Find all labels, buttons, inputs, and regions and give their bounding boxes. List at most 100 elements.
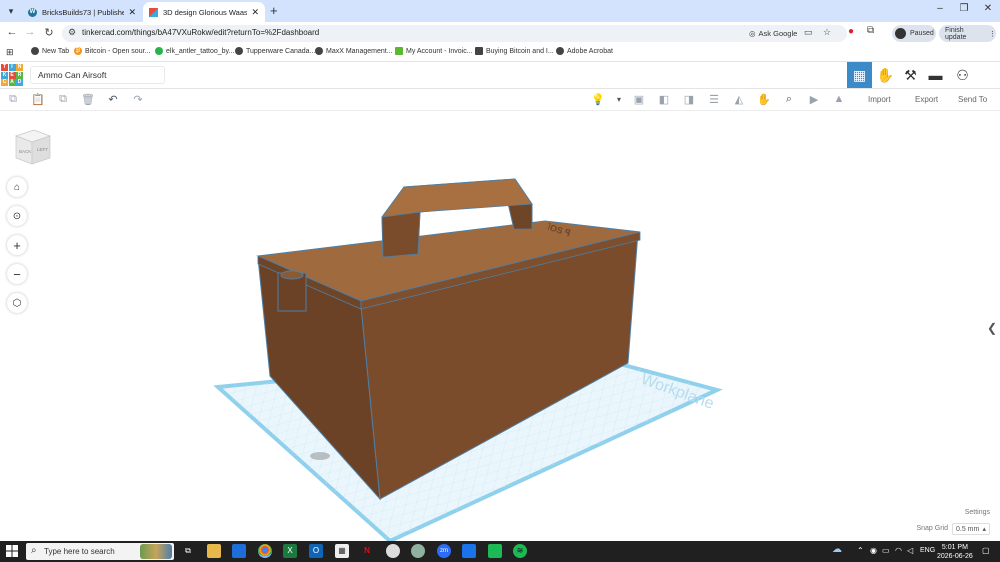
bookmark-star-icon[interactable]: ☆ — [823, 27, 831, 38]
grid-view-icon[interactable]: ▦ — [847, 62, 872, 88]
outlook-icon[interactable]: O — [309, 544, 323, 558]
bookmark-item[interactable]: elk_antler_tattoo_by... — [155, 47, 234, 55]
extensions-icon[interactable]: ⧉ — [867, 25, 874, 36]
settings-button[interactable]: Settings — [965, 509, 990, 516]
back-icon[interactable]: ← — [5, 26, 19, 38]
zoom-icon[interactable]: zm — [437, 544, 451, 558]
clock-date: 2026-06-26 — [937, 553, 973, 560]
tools-icon[interactable]: ⚒ — [898, 62, 923, 88]
new-tab-icon[interactable]: + — [270, 3, 278, 18]
spotify-icon[interactable]: ≋ — [513, 544, 527, 558]
handle-left-post — [381, 211, 421, 258]
docs-icon[interactable] — [462, 544, 476, 558]
logo-letter: E — [8, 71, 16, 79]
send-to-button[interactable]: Send To — [958, 95, 987, 104]
export-button[interactable]: Export — [915, 95, 938, 104]
bookmark-item[interactable]: New Tab — [31, 47, 69, 55]
bookmark-label: Adobe Acrobat — [567, 47, 613, 55]
3d-workspace[interactable]: BACK LEFT ⌂ ⊙ + − ⬡ ❮ Workplane ˥OS ꟼ Se… — [0, 111, 1000, 541]
duplicate-icon[interactable]: ⧉ — [55, 93, 71, 106]
bookmark-label: New Tab — [42, 47, 70, 55]
store-icon[interactable] — [232, 544, 246, 558]
excel-icon[interactable]: X — [283, 544, 297, 558]
sheets-icon[interactable] — [488, 544, 502, 558]
bookmark-item[interactable]: MaxX Management... — [315, 47, 393, 55]
undo-icon[interactable]: ↶ — [105, 93, 121, 106]
project-name-field[interactable]: Ammo Can Airsoft — [30, 66, 165, 84]
cast-icon[interactable]: ▭ — [804, 27, 813, 38]
add-user-icon[interactable]: ⚇ — [950, 62, 975, 88]
ask-google-button[interactable]: ◎ Ask Google — [745, 27, 801, 40]
profile-button[interactable]: Paused — [892, 25, 936, 42]
address-bar[interactable]: ⚙ tinkercad.com/things/bA47VXuRokw/edit?… — [62, 25, 847, 42]
bookmark-item[interactable]: My Account - Invoic... — [395, 47, 473, 55]
copy-icon[interactable]: ⧉ — [5, 93, 21, 106]
bookmark-item[interactable]: ₿ Bitcoin - Open sour... — [74, 47, 150, 55]
logo-letter: T — [1, 64, 8, 71]
reload-icon[interactable]: ↻ — [42, 26, 56, 39]
app-icon[interactable] — [411, 544, 425, 558]
redo-icon[interactable]: ↷ — [130, 93, 146, 106]
tinkercad-logo[interactable]: TIN KER CAD — [1, 64, 24, 87]
task-view-icon[interactable]: ⧉ — [181, 544, 195, 558]
windows-taskbar: ⌕ Type here to search ⧉ X O ▦ N zm ≋ ☁ ⌃… — [0, 541, 1000, 562]
workplane-tool-icon[interactable]: ▲ — [831, 93, 847, 105]
close-tab-icon[interactable]: ✕ — [251, 7, 259, 18]
forward-icon[interactable]: → — [23, 26, 37, 38]
weather-icon[interactable]: ☁ — [832, 544, 842, 555]
close-tab-icon[interactable]: ✕ — [128, 7, 136, 18]
chevron-up-down-icon: ▴ — [982, 526, 986, 533]
app-icon[interactable] — [386, 544, 400, 558]
system-clock[interactable]: 5:01 PM 2026-06-26 — [937, 543, 973, 561]
restore-icon[interactable]: ❐ — [952, 3, 976, 14]
chrome-icon[interactable] — [258, 544, 272, 558]
edit-toolbar: ⧉ 📋 ⧉ 🗑 ↶ ↷ 💡 ▾ ▣ ◧ ◨ ☰ ◭ ✋ ⌕ ▶ ▲ Import… — [0, 89, 1000, 111]
calendar-icon[interactable]: ▦ — [335, 544, 349, 558]
bookmark-item[interactable]: Buying Bitcoin and I... — [475, 47, 554, 55]
snap-grid-select[interactable]: 0.5 mm ▴ — [952, 523, 990, 535]
close-window-icon[interactable]: ✕ — [976, 3, 1000, 14]
light-bulb-icon[interactable]: 💡 — [590, 93, 606, 106]
browser-tab-active[interactable]: 3D design Glorious Waasa-Turi ✕ — [143, 2, 265, 22]
site-info-icon[interactable]: ⚙ — [68, 27, 76, 38]
finish-update-label: Finish update — [945, 26, 967, 41]
paste-icon[interactable]: 📋 — [30, 93, 46, 106]
chevron-down-icon[interactable]: ▾ — [611, 95, 627, 104]
bookmark-item[interactable]: Adobe Acrobat — [556, 47, 613, 55]
volume-icon[interactable]: ◁ — [907, 546, 913, 555]
wordpress-icon: W — [28, 7, 37, 17]
show-hidden-icons-icon[interactable]: ⌃ — [857, 546, 864, 555]
delete-icon[interactable]: 🗑 — [80, 93, 96, 106]
apps-grid-icon[interactable]: ⊞ — [6, 47, 14, 58]
finish-update-button[interactable]: Finish update ⋮ — [939, 25, 996, 42]
scene-canvas[interactable]: Workplane ˥OS ꟼ — [0, 111, 1000, 541]
simulate-icon[interactable]: ▶ — [806, 93, 822, 106]
netflix-icon[interactable]: N — [360, 544, 374, 558]
bricks-icon[interactable]: ▬ — [923, 62, 948, 88]
notifications-icon[interactable]: ▢ — [982, 546, 990, 555]
group-icon[interactable]: ◧ — [656, 93, 672, 106]
file-explorer-icon[interactable] — [207, 544, 221, 558]
browser-tab[interactable]: W BricksBuilds73 | Published - Ma ✕ — [22, 2, 142, 22]
tab-search-icon[interactable]: ▾ — [4, 4, 18, 18]
logo-letter: A — [8, 79, 16, 86]
minimize-icon[interactable]: – — [928, 3, 952, 14]
browser-tab-strip: ▾ W BricksBuilds73 | Published - Ma ✕ 3D… — [0, 0, 1000, 22]
taskbar-search-input[interactable]: ⌕ Type here to search — [26, 543, 174, 560]
camera-view-icon[interactable]: ⌕ — [781, 93, 797, 106]
cruise-icon[interactable]: ✋ — [756, 93, 772, 106]
bookmark-label: elk_antler_tattoo_by... — [166, 47, 235, 55]
windows-start-icon[interactable] — [6, 545, 18, 557]
opera-extension-icon[interactable]: ● — [848, 26, 854, 37]
wifi-icon[interactable]: ◠ — [895, 546, 902, 555]
align-icon[interactable]: ☰ — [706, 93, 722, 106]
mirror-icon[interactable]: ◭ — [731, 93, 747, 106]
sim-lab-icon[interactable]: ✋ — [873, 62, 898, 88]
note-icon[interactable]: ▣ — [631, 93, 647, 106]
battery-icon[interactable]: ▭ — [882, 546, 890, 555]
language-indicator[interactable]: ENG — [920, 547, 935, 554]
bookmark-item[interactable]: Tupperware Canada... — [235, 47, 315, 55]
ungroup-icon[interactable]: ◨ — [681, 93, 697, 106]
import-button[interactable]: Import — [868, 95, 891, 104]
camera-icon[interactable]: ◉ — [870, 546, 877, 555]
